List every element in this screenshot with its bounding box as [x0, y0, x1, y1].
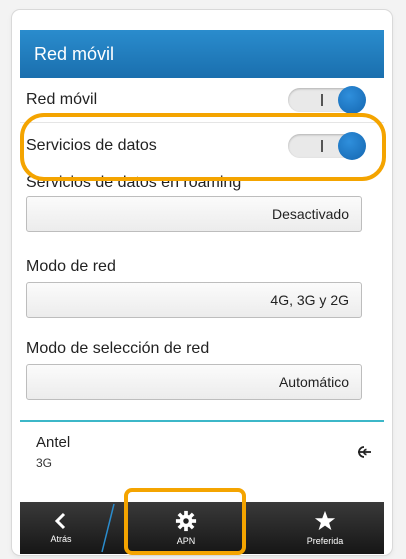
apn-list-item[interactable]: Antel 3G	[20, 424, 384, 484]
back-button[interactable]: Atrás	[20, 502, 102, 554]
data-services-highlight	[20, 113, 386, 181]
signal-icon	[358, 446, 371, 458]
network-selection-value: Automático	[278, 374, 349, 390]
back-label: Atrás	[50, 534, 72, 544]
star-icon	[314, 510, 336, 531]
preferred-button[interactable]: Preferida	[270, 502, 380, 554]
mobile-network-label: Red móvil	[26, 91, 98, 108]
back-divider	[101, 503, 115, 553]
toggle-knob[interactable]	[338, 86, 366, 114]
apn-type: 3G	[36, 456, 53, 470]
network-selection-label: Modo de selección de red	[26, 340, 210, 357]
mobile-network-toggle[interactable]	[288, 86, 366, 114]
roaming-value: Desactivado	[271, 206, 349, 222]
section-divider	[20, 420, 384, 422]
roaming-dropdown[interactable]: Desactivado	[26, 196, 362, 232]
apn-name: Antel	[36, 434, 71, 451]
network-selection-dropdown[interactable]: Automático	[26, 364, 362, 400]
page-title-bar: Red móvil	[20, 30, 384, 78]
network-mode-dropdown[interactable]: 4G, 3G y 2G	[26, 282, 362, 318]
phone-screen: Red móvil Red móvil Servicios de datos S…	[12, 10, 392, 555]
page-title: Red móvil	[34, 43, 115, 64]
network-mode-value: 4G, 3G y 2G	[270, 292, 349, 308]
preferred-label: Preferida	[306, 536, 344, 546]
apn-button-highlight	[124, 488, 246, 555]
toggle-on-mark	[321, 94, 323, 106]
network-mode-label: Modo de red	[26, 258, 116, 275]
chevron-left-icon	[54, 512, 66, 530]
